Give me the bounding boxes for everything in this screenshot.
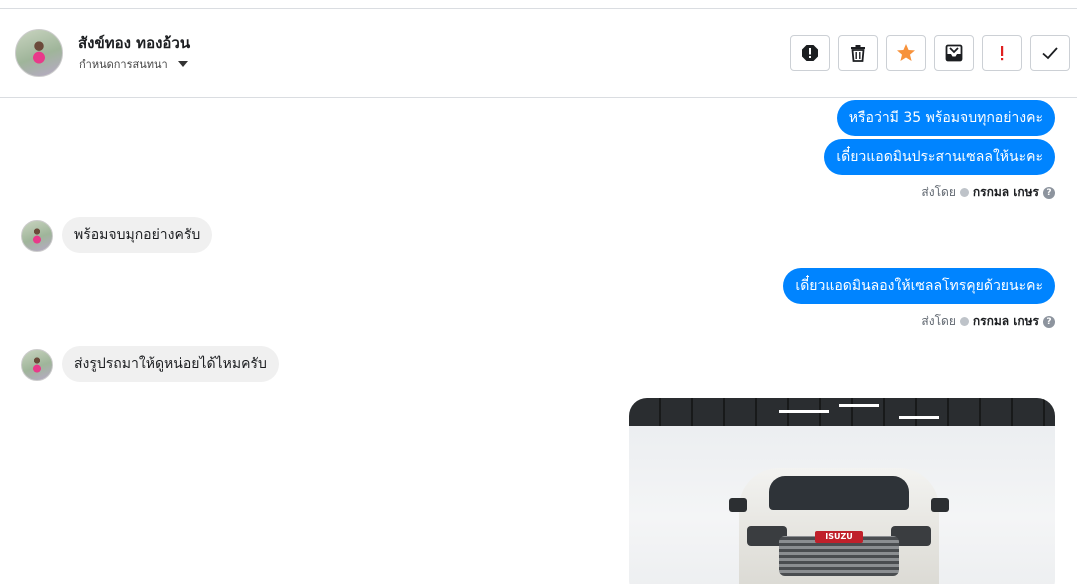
sent-by-info: ส่งโดย กรกมล เกษร ?: [921, 312, 1055, 331]
contact-avatar[interactable]: [15, 29, 63, 77]
report-button[interactable]: [790, 35, 830, 71]
message-incoming: ส่งรูปรถมาให้ดูหน่อยได้ไหมครับ: [62, 346, 279, 382]
sent-by-info: ส่งโดย กรกมล เกษร ?: [921, 183, 1055, 202]
car-windshield: [769, 476, 909, 510]
message-thread[interactable]: หรือว่ามี 35 พร้อมจบทุกอย่างคะ เดี๋ยวแอด…: [0, 98, 1077, 584]
star-icon: [897, 44, 915, 61]
archive-icon: [945, 44, 963, 62]
help-icon[interactable]: ?: [1043, 315, 1055, 328]
photo-light: [839, 404, 879, 407]
photo-light: [779, 410, 829, 413]
conversation-schedule-label: กำหนดการสนทนา: [79, 58, 168, 71]
done-button[interactable]: [1030, 35, 1070, 71]
header-actions: [790, 35, 1070, 71]
check-icon: [1042, 47, 1058, 60]
photo-ceiling-grid: [629, 398, 1055, 426]
star-button[interactable]: [886, 35, 926, 71]
message-incoming: พร้อมจบมุกอย่างครับ: [62, 217, 213, 253]
photo-light: [899, 416, 939, 419]
message-outgoing: เดี๋ยวแอดมินประสานเซลลให้นะคะ: [824, 139, 1055, 175]
spam-button[interactable]: [982, 35, 1022, 71]
car-mirror-right: [931, 498, 949, 512]
report-icon: [802, 45, 818, 61]
conversation-schedule-dropdown[interactable]: กำหนดการสนทนา: [79, 55, 188, 73]
spam-icon: [1001, 46, 1004, 61]
car-badge: ISUZU: [815, 531, 863, 543]
archive-button[interactable]: [934, 35, 974, 71]
message-outgoing: หรือว่ามี 35 พร้อมจบทุกอย่างคะ: [836, 100, 1055, 136]
sent-by-label: ส่งโดย: [921, 314, 956, 328]
contact-avatar-small[interactable]: [21, 220, 53, 252]
message-image-car[interactable]: ISUZU: [629, 398, 1055, 584]
car-mirror-left: [729, 498, 747, 512]
conversation-header: สังข์ทอง ทองอ้วน กำหนดการสนทนา: [0, 9, 1077, 98]
sender-status-icon: [959, 188, 969, 197]
contact-avatar-small[interactable]: [21, 349, 53, 381]
sender-name[interactable]: กรกมล เกษร: [973, 183, 1039, 202]
chevron-down-icon: [177, 61, 188, 67]
car-badge-text: ISUZU: [825, 532, 853, 541]
sender-name[interactable]: กรกมล เกษร: [973, 312, 1039, 331]
contact-name[interactable]: สังข์ทอง ทองอ้วน: [78, 31, 190, 55]
message-outgoing: เดี๋ยวแอดมินลองให้เซลลโทรคุยด้วยนะคะ: [783, 268, 1055, 304]
delete-button[interactable]: [838, 35, 878, 71]
trash-icon: [851, 45, 865, 62]
sent-by-label: ส่งโดย: [921, 185, 956, 199]
sender-status-icon: [959, 317, 969, 326]
help-icon[interactable]: ?: [1043, 186, 1055, 199]
